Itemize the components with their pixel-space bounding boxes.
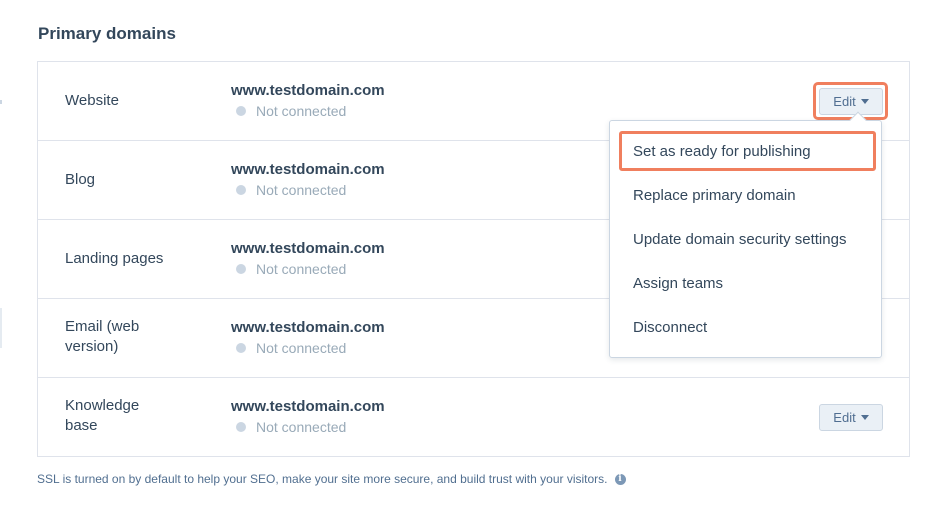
domain-row-knowledge-base: Knowledge base www.testdomain.com Not co…: [38, 378, 909, 458]
row-label: Blog: [65, 171, 96, 188]
menu-item-assign-teams[interactable]: Assign teams: [633, 275, 723, 292]
connection-status: Not connected: [236, 182, 346, 198]
status-dot-icon: [236, 343, 246, 353]
connection-status: Not connected: [236, 261, 346, 277]
left-edge-panel: [0, 308, 2, 348]
edit-button-highlight: [813, 82, 888, 120]
status-text: Not connected: [256, 340, 347, 356]
domain-name[interactable]: www.testdomain.com: [231, 240, 385, 257]
menu-item-update-security-settings[interactable]: Update domain security settings: [633, 231, 846, 248]
domain-name[interactable]: www.testdomain.com: [231, 319, 385, 336]
row-label: Email (web version): [65, 318, 140, 355]
menu-item-highlight: [619, 131, 876, 171]
status-dot-icon: [236, 185, 246, 195]
menu-item-disconnect[interactable]: Disconnect: [633, 319, 707, 336]
info-icon[interactable]: i: [614, 473, 626, 485]
domain-name[interactable]: www.testdomain.com: [231, 398, 385, 415]
primary-domains-page: Primary domains Website www.testdomain.c…: [0, 0, 937, 507]
left-edge-mark: [0, 100, 2, 104]
edit-button[interactable]: Edit: [819, 404, 883, 431]
status-dot-icon: [236, 106, 246, 116]
status-text: Not connected: [256, 182, 347, 198]
status-dot-icon: [236, 264, 246, 274]
connection-status: Not connected: [236, 419, 346, 435]
footnote-text: SSL is turned on by default to help your…: [37, 472, 608, 486]
connection-status: Not connected: [236, 340, 346, 356]
row-label: Landing pages: [65, 250, 164, 267]
ssl-footnote: SSL is turned on by default to help your…: [37, 472, 626, 486]
section-title: Primary domains: [38, 24, 176, 43]
domain-name[interactable]: www.testdomain.com: [231, 161, 385, 178]
connection-status: Not connected: [236, 103, 346, 119]
caret-down-icon: [860, 415, 869, 420]
status-text: Not connected: [256, 103, 347, 119]
status-text: Not connected: [256, 419, 347, 435]
edit-button-label: Edit: [833, 410, 856, 425]
status-text: Not connected: [256, 261, 347, 277]
row-label: Knowledge base: [65, 397, 140, 434]
row-label: Website: [65, 92, 119, 109]
domain-name[interactable]: www.testdomain.com: [231, 82, 385, 99]
status-dot-icon: [236, 422, 246, 432]
menu-item-replace-primary-domain[interactable]: Replace primary domain: [633, 187, 796, 204]
